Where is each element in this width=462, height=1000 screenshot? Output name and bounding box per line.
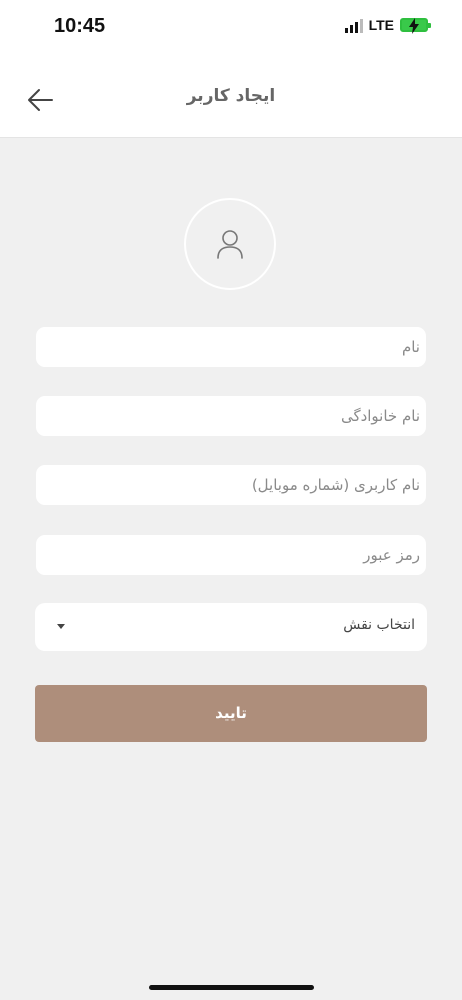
- last-name-input[interactable]: [36, 396, 426, 436]
- page-title: ایجاد کاربر: [186, 86, 276, 106]
- password-field[interactable]: [36, 535, 426, 575]
- first-name-field[interactable]: [36, 327, 426, 367]
- battery-charging-icon: [400, 18, 431, 34]
- signal-icon: [344, 17, 363, 33]
- caret-down-icon: [57, 624, 65, 629]
- last-name-field[interactable]: [36, 396, 426, 436]
- avatar-picker[interactable]: [184, 198, 276, 290]
- role-select[interactable]: انتخاب نقش: [35, 603, 427, 651]
- submit-button[interactable]: تایید: [35, 685, 427, 742]
- home-indicator[interactable]: [149, 985, 314, 990]
- status-bar: 10:45 LTE: [0, 0, 462, 56]
- password-input[interactable]: [36, 535, 426, 575]
- status-indicators: LTE: [344, 17, 431, 34]
- role-select-value: انتخاب نقش: [343, 617, 415, 633]
- username-input[interactable]: [36, 465, 426, 505]
- app-header: ایجاد کاربر: [0, 56, 462, 138]
- user-icon: [217, 230, 243, 259]
- first-name-input[interactable]: [36, 327, 426, 367]
- username-field[interactable]: [36, 465, 426, 505]
- network-type: LTE: [368, 17, 394, 33]
- status-time: 10:45: [54, 15, 106, 37]
